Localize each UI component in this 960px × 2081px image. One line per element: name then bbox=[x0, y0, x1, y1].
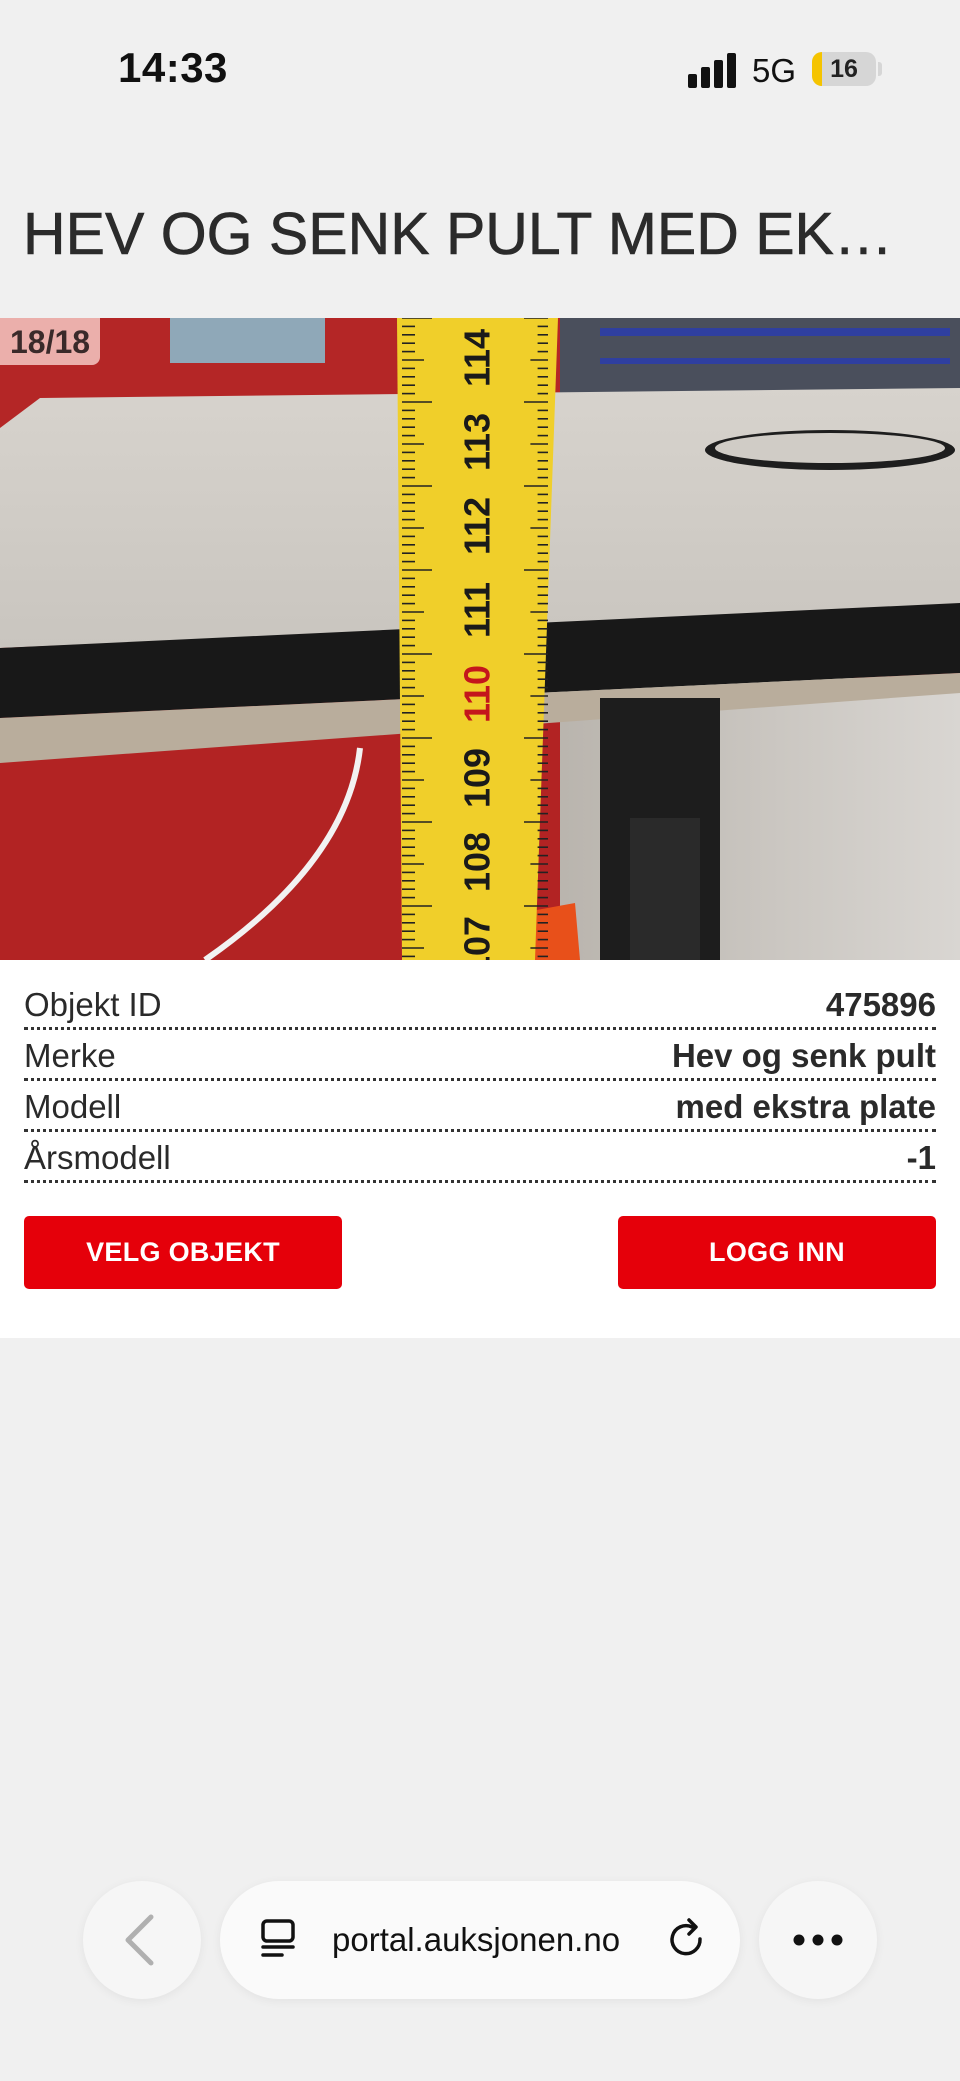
chevron-left-icon bbox=[125, 1914, 154, 1966]
tape-number: 110 bbox=[457, 665, 498, 723]
address-bar[interactable]: portal.auksjonen.no bbox=[220, 1881, 740, 1999]
detail-value: -1 bbox=[906, 1139, 936, 1176]
detail-row-brand: Merke Hev og senk pult bbox=[24, 1030, 936, 1081]
reload-icon[interactable] bbox=[662, 1915, 712, 1965]
detail-label: Årsmodell bbox=[24, 1139, 171, 1176]
status-time: 14:33 bbox=[118, 44, 228, 91]
battery-icon: 16 bbox=[812, 52, 876, 86]
more-dots-icon bbox=[793, 1934, 843, 1946]
tape-number: 107 bbox=[457, 916, 498, 960]
tape-number: 108 bbox=[457, 832, 498, 892]
login-button[interactable]: LOGG INN bbox=[618, 1216, 936, 1289]
tape-number: 114 bbox=[457, 329, 498, 387]
url-text: portal.auksjonen.no bbox=[332, 1921, 621, 1958]
detail-label: Objekt ID bbox=[24, 986, 162, 1023]
page-title: HEV OG SENK PULT MED EKSTRA PLATE bbox=[23, 201, 923, 268]
tape-number: 112 bbox=[457, 497, 498, 555]
detail-row-year: Årsmodell -1 bbox=[24, 1132, 936, 1183]
network-type: 5G bbox=[752, 52, 797, 89]
photo-image: 114 113 112 111 110 109 108 107 bbox=[0, 318, 960, 960]
battery-nub bbox=[878, 62, 882, 76]
detail-label: Modell bbox=[24, 1088, 122, 1125]
detail-row-object-id: Objekt ID 475896 bbox=[24, 979, 936, 1030]
image-counter: 18/18 bbox=[0, 318, 101, 365]
detail-value: med ekstra plate bbox=[675, 1088, 936, 1125]
more-menu-button[interactable] bbox=[759, 1881, 877, 1999]
battery-percent: 16 bbox=[830, 55, 858, 83]
select-object-button[interactable]: VELG OBJEKT bbox=[24, 1216, 342, 1289]
detail-label: Merke bbox=[24, 1037, 116, 1074]
tape-number: 109 bbox=[457, 748, 498, 808]
detail-row-model: Modell med ekstra plate bbox=[24, 1081, 936, 1132]
detail-value: Hev og senk pult bbox=[671, 1037, 936, 1074]
cellular-signal-icon bbox=[688, 52, 736, 88]
tabs-overview-icon bbox=[261, 1919, 295, 1957]
back-button[interactable] bbox=[83, 1881, 201, 1999]
tape-number: 113 bbox=[457, 413, 498, 471]
detail-value: 475896 bbox=[825, 986, 936, 1023]
object-photo[interactable]: 114 113 112 111 110 109 108 107 bbox=[0, 318, 960, 960]
tape-number: 111 bbox=[457, 582, 498, 638]
